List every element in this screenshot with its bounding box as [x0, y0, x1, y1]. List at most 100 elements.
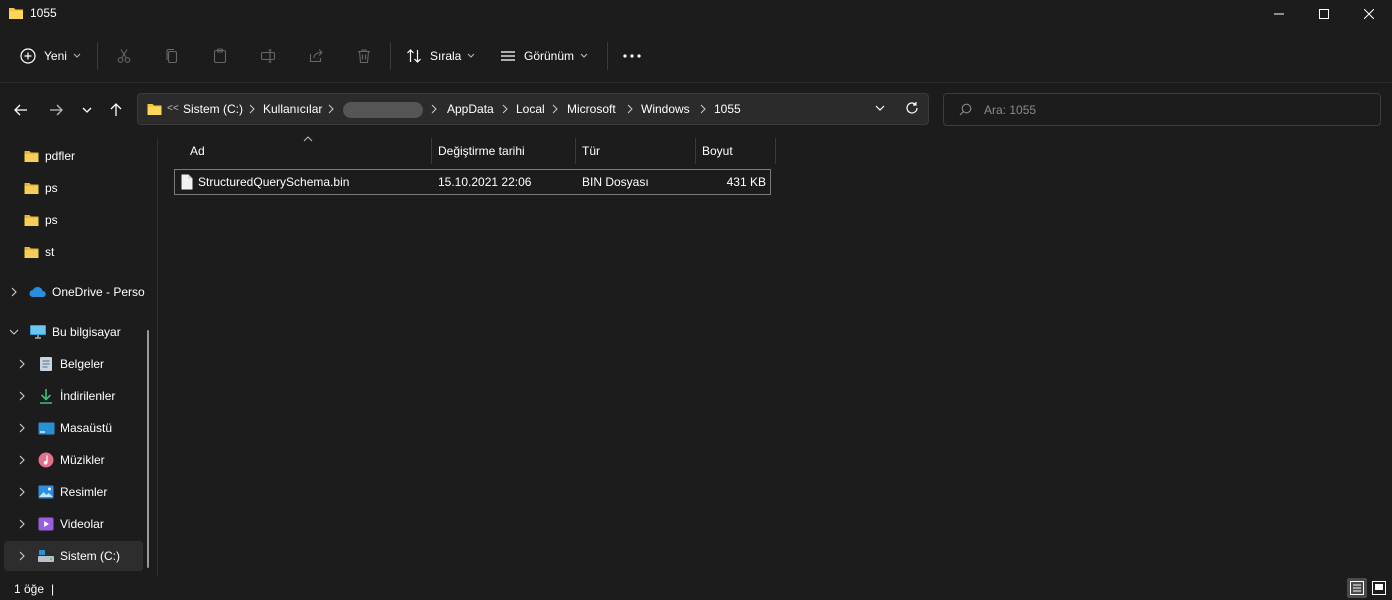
- close-icon: [1364, 9, 1374, 19]
- sidebar-item-label: İndirilenler: [60, 389, 116, 403]
- forward-button[interactable]: [41, 94, 71, 126]
- maximize-button[interactable]: [1301, 0, 1347, 28]
- more-options-button[interactable]: [616, 40, 648, 72]
- status-bar: 1 öğe |: [0, 576, 1392, 600]
- sidebar-item-ps-2[interactable]: ps: [0, 205, 157, 235]
- chevron-down-icon: [73, 53, 81, 59]
- share-button[interactable]: [300, 40, 332, 72]
- column-header-size[interactable]: Boyut: [702, 140, 733, 162]
- copy-button[interactable]: [156, 40, 188, 72]
- column-divider[interactable]: [575, 138, 576, 164]
- sidebar-item-this-pc[interactable]: Bu bilgisayar: [0, 317, 157, 347]
- sidebar-item-ps[interactable]: ps: [0, 173, 157, 203]
- sidebar-item-label: Videolar: [60, 517, 104, 531]
- downloads-icon: [37, 387, 55, 405]
- cut-button[interactable]: [108, 40, 140, 72]
- sidebar-item-st[interactable]: st: [0, 237, 157, 267]
- breadcrumb-separator-icon: [328, 94, 334, 124]
- column-divider[interactable]: [695, 138, 696, 164]
- details-view-button[interactable]: [1347, 578, 1367, 598]
- sidebar-item-label: Belgeler: [60, 357, 105, 371]
- chevron-right-icon[interactable]: [15, 391, 29, 401]
- delete-button[interactable]: [348, 40, 380, 72]
- paste-button[interactable]: [204, 40, 236, 72]
- chevron-down-icon[interactable]: [7, 329, 21, 335]
- file-icon: [181, 174, 193, 190]
- sidebar-item-music[interactable]: Müzikler: [0, 445, 157, 475]
- tiles-view-button[interactable]: [1369, 578, 1389, 598]
- chevron-down-icon: [82, 107, 92, 113]
- sidebar-scrollbar[interactable]: [147, 330, 149, 568]
- sidebar-item-label: st: [45, 245, 55, 259]
- search-box[interactable]: Ara: 1055: [943, 93, 1381, 126]
- sidebar-item-downloads[interactable]: İndirilenler: [0, 381, 157, 411]
- arrow-left-icon: [14, 104, 28, 116]
- breadcrumb-separator-icon: [249, 94, 255, 124]
- folder-icon: [22, 211, 40, 229]
- sidebar-item-label: OneDrive - Perso: [52, 285, 145, 299]
- item-count: 1 öğe: [14, 582, 45, 596]
- close-button[interactable]: [1346, 0, 1392, 28]
- details-view-icon: [1350, 581, 1364, 595]
- toolbar-divider: [97, 42, 98, 70]
- sort-label: Sırala: [430, 49, 462, 63]
- file-type: BIN Dosyası: [582, 175, 649, 189]
- copy-icon: [164, 48, 180, 64]
- breadcrumb-item[interactable]: Kullanıcılar: [263, 94, 322, 124]
- new-button[interactable]: Yeni: [14, 38, 86, 74]
- breadcrumb-current[interactable]: 1055: [714, 94, 741, 124]
- chevron-right-icon[interactable]: [15, 551, 29, 561]
- sort-icon: [406, 48, 422, 64]
- sidebar-item-pictures[interactable]: Resimler: [0, 477, 157, 507]
- sidebar-item-videos[interactable]: Videolar: [0, 509, 157, 539]
- minimize-button[interactable]: [1256, 0, 1302, 28]
- chevron-right-icon[interactable]: [15, 423, 29, 433]
- chevron-right-icon[interactable]: [15, 519, 29, 529]
- toolbar-divider: [390, 42, 391, 70]
- redacted-username[interactable]: [343, 102, 423, 118]
- breadcrumb-item[interactable]: Local: [516, 94, 545, 124]
- recent-locations-button[interactable]: [72, 94, 102, 126]
- breadcrumb-separator-icon: [700, 94, 706, 124]
- back-button[interactable]: [6, 94, 36, 126]
- sidebar-item-documents[interactable]: Belgeler: [0, 349, 157, 379]
- column-header-modified[interactable]: Değiştirme tarihi: [438, 140, 525, 162]
- window-title: 1055: [30, 6, 57, 20]
- documents-icon: [37, 355, 55, 373]
- sort-button[interactable]: Sırala: [400, 38, 482, 74]
- file-size: 431 KB: [726, 175, 766, 189]
- breadcrumb-separator-icon: [502, 94, 508, 124]
- refresh-icon[interactable]: [905, 101, 919, 115]
- up-button[interactable]: [101, 94, 131, 126]
- view-button[interactable]: Görünüm: [494, 38, 598, 74]
- column-divider[interactable]: [775, 138, 776, 164]
- view-label: Görünüm: [524, 49, 575, 63]
- rename-button[interactable]: [252, 40, 284, 72]
- chevron-right-icon[interactable]: [15, 359, 29, 369]
- sidebar-item-label: Sistem (C:): [60, 549, 120, 563]
- title-bar: 1055: [0, 0, 1392, 28]
- breadcrumb-item[interactable]: Windows: [641, 94, 690, 124]
- folder-icon: [22, 243, 40, 261]
- breadcrumb-item[interactable]: Microsoft: [567, 94, 616, 124]
- sidebar-item-pdfler[interactable]: pdfler: [0, 141, 157, 171]
- breadcrumb-overflow[interactable]: <<: [167, 94, 179, 124]
- column-header-type[interactable]: Tür: [582, 140, 600, 162]
- arrow-up-icon: [110, 103, 122, 117]
- cut-icon: [116, 48, 132, 64]
- column-divider[interactable]: [431, 138, 432, 164]
- chevron-right-icon[interactable]: [7, 287, 21, 297]
- table-row[interactable]: StructuredQuerySchema.bin 15.10.2021 22:…: [174, 169, 771, 195]
- address-bar[interactable]: << Sistem (C:) Kullanıcılar AppData Loca…: [137, 93, 929, 125]
- chevron-down-icon: [467, 53, 475, 59]
- breadcrumb-item[interactable]: AppData: [447, 94, 494, 124]
- toolbar-divider: [607, 42, 608, 70]
- sidebar-item-system-drive[interactable]: Sistem (C:): [4, 541, 143, 571]
- column-header-name[interactable]: Ad: [190, 140, 205, 162]
- sidebar-item-onedrive[interactable]: OneDrive - Perso: [0, 277, 157, 307]
- breadcrumb-item[interactable]: Sistem (C:): [183, 94, 243, 124]
- address-history-chevron-icon[interactable]: [875, 105, 885, 111]
- chevron-right-icon[interactable]: [15, 455, 29, 465]
- sidebar-item-desktop[interactable]: Masaüstü: [0, 413, 157, 443]
- chevron-right-icon[interactable]: [15, 487, 29, 497]
